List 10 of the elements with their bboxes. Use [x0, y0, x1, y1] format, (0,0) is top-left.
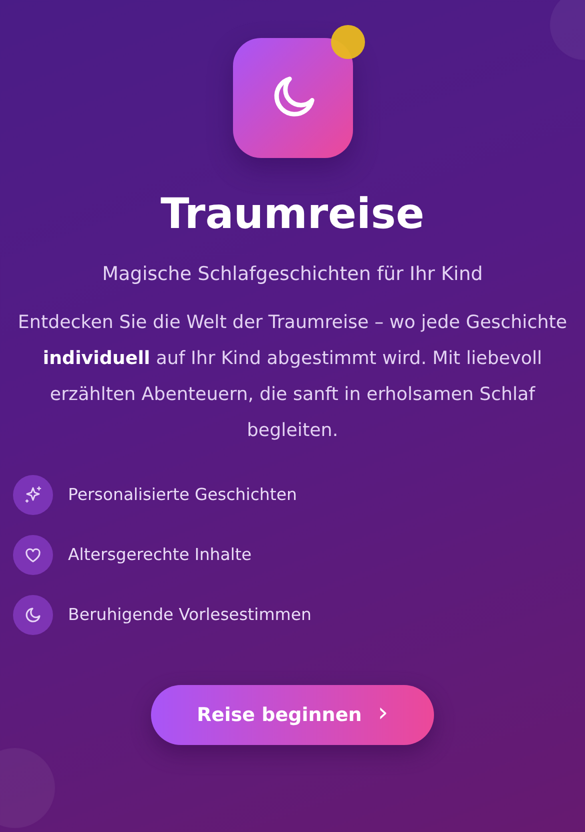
feature-label: Beruhigende Vorlesestimmen — [68, 605, 312, 624]
start-button[interactable]: Reise beginnen › — [151, 684, 434, 745]
subtitle: Magische Schlafgeschichten für Ihr Kind — [102, 262, 483, 284]
app-title: Traumreise — [160, 188, 424, 240]
sparkle-icon — [13, 474, 53, 515]
moon-icon — [13, 594, 53, 635]
chevron-icon: › — [378, 700, 388, 726]
description: Entdecken Sie die Welt der Traumreise – wo jede Geschichte individuell auf Ihr Kind abgestimmt wird. Mit liebevoll erzählten Abenteuern, die sanft in erholsamen Schlaf begleiten. — [16, 310, 568, 444]
feature-label: Personalisierte Geschichten — [68, 485, 297, 504]
feature-label: Altersgerechte Inhalte — [68, 545, 252, 564]
